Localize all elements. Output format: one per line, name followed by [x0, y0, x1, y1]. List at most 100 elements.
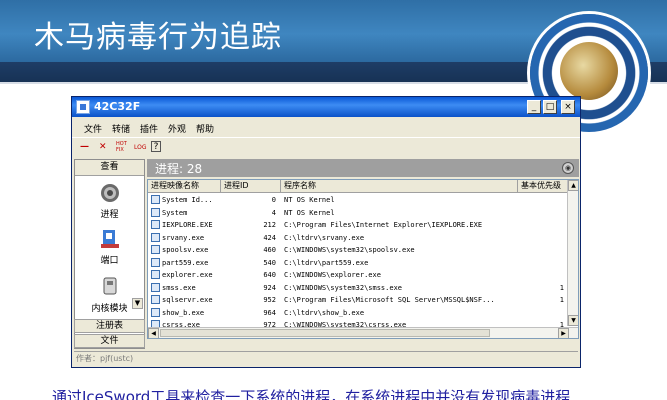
logo-hand-image: [560, 42, 618, 100]
sidebar-item-label: 端口: [100, 256, 119, 266]
process-icon: [151, 195, 160, 204]
process-count: 进程: 28: [155, 162, 203, 176]
scroll-down-button[interactable]: ▼: [568, 315, 578, 326]
table-row[interactable]: IEXPLORE.EXE 212 C:\Program Files\Internet…: [148, 219, 568, 232]
sidebar-item-registry[interactable]: 注册表: [74, 319, 145, 333]
log-icon[interactable]: LOG: [134, 144, 147, 151]
refresh-icon[interactable]: ◉: [562, 162, 574, 174]
scroll-right-button[interactable]: ▶: [558, 328, 569, 338]
cell-pid: 212: [263, 221, 276, 229]
toolbar: — ✕ HOT FIX LOG ?: [72, 137, 580, 157]
maximize-button[interactable]: □: [543, 100, 557, 114]
table-row[interactable]: explorer.exe 640 C:\WINDOWS\explorer.exe: [148, 269, 568, 282]
cell-image-name: System: [162, 208, 188, 217]
menubar: 文件 转储 插件 外观 帮助: [72, 119, 580, 137]
column-pid[interactable]: 进程ID: [221, 180, 281, 193]
process-icon: [151, 257, 160, 267]
cell-image-name: explorer.exe: [162, 271, 213, 279]
scroll-up-button[interactable]: ▲: [568, 180, 578, 191]
process-icon: [151, 220, 160, 229]
process-icon: [151, 207, 160, 217]
cell-program-name: NT OS Kernel: [284, 196, 335, 204]
cell-program-name: C:\Program Files\Internet Explorer\IEXPL…: [284, 221, 483, 229]
menu-plugins[interactable]: 插件: [140, 122, 158, 135]
cell-image-name: srvany.exe: [162, 233, 205, 242]
cell-image-name: spoolsv.exe: [162, 246, 209, 254]
table-row[interactable]: System Id... 0 NT OS Kernel: [148, 194, 568, 207]
table-header: 进程映像名称 进程ID 程序名称 基本优先级: [148, 180, 568, 193]
sidebar-scroll-down-button[interactable]: ▼: [132, 298, 143, 309]
menu-file[interactable]: 文件: [84, 122, 102, 135]
minimize-button[interactable]: _: [527, 100, 541, 114]
kernel-module-icon: [103, 277, 116, 295]
cell-program-name: C:\ltdrv\part559.exe: [284, 258, 369, 267]
sidebar-item-label: 内核模块: [91, 304, 128, 314]
cell-image-name: smss.exe: [162, 283, 196, 292]
cell-pid: 4: [271, 208, 276, 217]
cell-program-name: C:\WINDOWS\system32\smss.exe: [284, 283, 403, 292]
cell-pid: 460: [263, 246, 276, 254]
column-base-priority[interactable]: 基本优先级: [518, 180, 568, 193]
sidebar-item-process[interactable]: 进程: [75, 182, 144, 220]
vertical-scrollbar[interactable]: ▲ ▼: [567, 180, 578, 326]
sidebar-item-file[interactable]: 文件: [74, 334, 145, 348]
cell-program-name: C:\ltdrv\srvany.exe: [284, 233, 365, 242]
cell-pid: 964: [263, 308, 276, 317]
port-icon: [100, 230, 119, 248]
cell-program-name: NT OS Kernel: [284, 208, 335, 217]
cell-pid: 952: [263, 296, 276, 304]
process-icon: [151, 270, 160, 279]
cell-pid: 640: [263, 271, 276, 279]
cell-pid: 424: [263, 233, 276, 242]
process-icon: [151, 245, 160, 254]
menu-dump[interactable]: 转储: [112, 122, 130, 135]
sidebar-item-label: 进程: [100, 210, 119, 220]
status-bar: 作者：pjf(ustc): [74, 351, 578, 366]
cell-program-name: C:\WINDOWS\explorer.exe: [284, 271, 381, 279]
table-row[interactable]: spoolsv.exe 460 C:\WINDOWS\system32\spools…: [148, 244, 568, 257]
delete-icon[interactable]: ✕: [99, 142, 107, 152]
cell-program-name: C:\Program Files\Microsoft SQL Server\MS…: [284, 296, 495, 304]
process-icon: [151, 307, 160, 317]
scroll-left-button[interactable]: ◀: [148, 328, 159, 338]
window-titlebar[interactable]: 42C32F _ □ ×: [72, 97, 580, 117]
sidebar-item-port[interactable]: 端口: [75, 228, 144, 266]
menu-help[interactable]: 帮助: [196, 122, 214, 135]
process-icon: [151, 295, 160, 304]
process-icon: [151, 282, 160, 292]
cell-base-priority: 1: [559, 283, 564, 292]
cell-image-name: sqlservr.exe: [162, 296, 213, 304]
cell-pid: 924: [263, 283, 276, 292]
cell-image-name: IEXPLORE.EXE: [162, 221, 213, 229]
table-row[interactable]: sqlservr.exe 952 C:\Program Files\Microsof…: [148, 294, 568, 307]
cell-program-name: C:\WINDOWS\system32\spoolsv.exe: [284, 246, 415, 254]
app-icon: [76, 100, 90, 114]
cell-pid: 0: [271, 196, 276, 204]
table-row[interactable]: show_b.exe 964 C:\ltdrv\show_b.exe: [148, 307, 568, 320]
column-program-name[interactable]: 程序名称: [281, 180, 518, 193]
minus-icon[interactable]: —: [80, 142, 89, 152]
process-gear-icon: [100, 184, 119, 202]
cell-pid: 540: [263, 258, 276, 267]
slide-title: 木马病毒行为追踪: [34, 20, 282, 55]
cell-base-priority: 1: [559, 296, 564, 304]
cell-image-name: part559.exe: [162, 258, 209, 267]
process-icon: [151, 232, 160, 242]
horizontal-scrollbar[interactable]: ◀ ▶: [148, 327, 578, 338]
help-icon[interactable]: ?: [151, 141, 161, 152]
table-row[interactable]: System 4 NT OS Kernel: [148, 207, 568, 220]
sidebar-header: 查看: [75, 160, 144, 176]
process-table: 进程映像名称 进程ID 程序名称 基本优先级 System Id... 0 NT O…: [147, 179, 579, 339]
cell-image-name: System Id...: [162, 196, 213, 204]
menu-view[interactable]: 外观: [168, 122, 186, 135]
cell-image-name: show_b.exe: [162, 308, 205, 317]
icesword-window: 42C32F _ □ × 文件 转储 插件 外观 帮助 — ✕ HOT FIX …: [71, 96, 581, 368]
cell-program-name: C:\ltdrv\show_b.exe: [284, 308, 365, 317]
horizontal-scroll-thumb[interactable]: [160, 329, 490, 337]
column-image-name[interactable]: 进程映像名称: [148, 180, 221, 193]
close-button[interactable]: ×: [561, 100, 575, 114]
hook-icon[interactable]: HOT FIX: [116, 141, 128, 153]
table-row[interactable]: part559.exe 540 C:\ltdrv\part559.exe: [148, 257, 568, 270]
table-row[interactable]: smss.exe 924 C:\WINDOWS\system32\smss.exe 1: [148, 282, 568, 295]
table-row[interactable]: srvany.exe 424 C:\ltdrv\srvany.exe: [148, 232, 568, 245]
